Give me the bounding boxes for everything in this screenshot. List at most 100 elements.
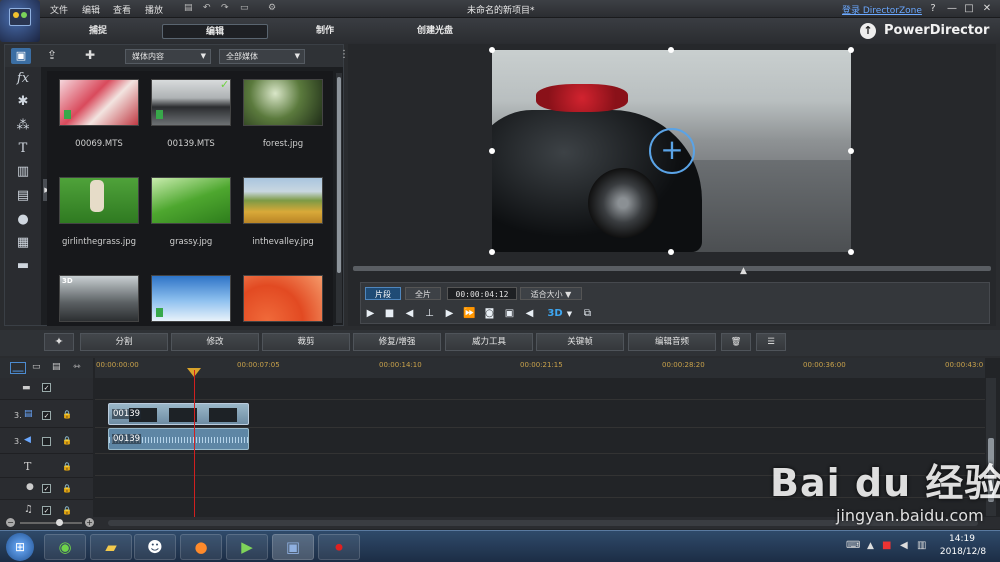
media-thumb-umbrella[interactable]	[243, 275, 323, 322]
seek-slider-handle[interactable]: ▲	[740, 266, 747, 276]
save-icon[interactable]: ▤	[184, 3, 193, 13]
clip-mode-tab[interactable]: 片段	[365, 287, 401, 300]
media-thumb-00139[interactable]: ✓	[151, 78, 231, 126]
title-text-icon[interactable]: T	[13, 141, 33, 159]
tab-create-disc[interactable]: 创建光盘	[382, 24, 488, 39]
edit-audio-button[interactable]: 编辑音频	[628, 333, 716, 351]
track-enable-checkbox[interactable]: ✓	[42, 506, 51, 515]
zoom-out-icon[interactable]: −	[6, 518, 15, 527]
keyframe-button[interactable]: 关键帧	[536, 333, 624, 351]
resolution-icon[interactable]: ▭	[240, 3, 249, 13]
media-thumb-inthevalley[interactable]	[243, 177, 323, 224]
settings-gear-icon[interactable]: ⚙	[268, 3, 276, 13]
fx-effects-icon[interactable]: fx	[13, 71, 33, 89]
qq-penguin-icon[interactable]: ☻	[134, 534, 176, 560]
undock-preview-icon[interactable]: ⧉	[581, 308, 594, 320]
modify-button[interactable]: 修改	[171, 333, 259, 351]
track-enable-checkbox[interactable]: ✓	[42, 411, 51, 420]
timeline-ruler[interactable]: 00:00:00:00 00:00:07:05 00:00:14:10 00:0…	[95, 358, 985, 378]
login-directorzone-link[interactable]: 登录 DirectorZone	[842, 3, 922, 16]
timeline-view-icon[interactable]: ▁▁	[10, 362, 26, 374]
security-tray-icon[interactable]: ■	[882, 540, 891, 551]
video-clip-00139[interactable]: 00139	[108, 403, 249, 425]
track-lane-master[interactable]	[95, 378, 985, 400]
pip-objects-icon[interactable]: ✱	[13, 94, 33, 112]
trim-button[interactable]: 裁剪	[262, 333, 350, 351]
stop-icon[interactable]: ■	[383, 308, 396, 320]
lock-icon[interactable]: 🔒	[62, 484, 72, 493]
windows-start-icon[interactable]: ⊞	[6, 533, 34, 561]
media-filter-dropdown[interactable]: 全部媒体 ▼	[219, 49, 305, 64]
zoom-slider-handle[interactable]	[56, 519, 63, 526]
volume-tray-icon[interactable]: ◀	[900, 540, 908, 551]
clock-date[interactable]: 2018/12/8	[938, 547, 988, 557]
storyboard-view-icon[interactable]: ▭	[32, 362, 41, 372]
snapshot-camera-icon[interactable]: ◙	[483, 308, 496, 320]
import-media-icon[interactable]: ⇪	[47, 48, 57, 62]
track-enable-checkbox[interactable]: ✓	[42, 383, 51, 392]
audio-clip-00139[interactable]: 00139	[108, 428, 249, 450]
more-functions-icon[interactable]: ☰	[756, 333, 786, 351]
library-scroll-thumb[interactable]	[337, 77, 341, 273]
media-app-icon[interactable]: ▶	[226, 534, 268, 560]
timecode-display[interactable]: 00:00:04:12	[447, 287, 517, 300]
preview-seek-bar[interactable]	[353, 266, 991, 271]
preview-video-frame[interactable]: +	[492, 50, 851, 252]
redo-icon[interactable]: ↷	[221, 3, 229, 13]
volume-icon[interactable]: ◀	[523, 308, 536, 320]
previous-frame-icon[interactable]: ◀	[403, 308, 416, 320]
particle-icon[interactable]: ⁂	[13, 118, 33, 136]
keyboard-tray-icon[interactable]: ⌨	[846, 540, 860, 551]
tab-edit[interactable]: 编辑	[162, 24, 268, 39]
media-thumb-sky[interactable]	[151, 275, 231, 322]
fast-forward-icon[interactable]: ⏩	[463, 308, 476, 320]
media-thumb-girlinthegrass[interactable]	[59, 177, 139, 224]
lock-icon[interactable]: 🔒	[62, 410, 72, 419]
lock-icon[interactable]: 🔒	[62, 506, 72, 515]
undo-icon[interactable]: ↶	[203, 3, 211, 13]
pip-move-crosshair-icon[interactable]: +	[649, 128, 695, 174]
slow-motion-icon[interactable]: ⊥	[423, 308, 436, 320]
track-enable-checkbox[interactable]	[42, 437, 51, 446]
network-tray-icon[interactable]: ▥	[917, 540, 926, 551]
media-thumb-motorcycles[interactable]: 3D	[59, 275, 139, 322]
menu-edit[interactable]: 编辑	[82, 3, 100, 16]
upload-icon[interactable]: ↑	[860, 23, 876, 39]
fix-enhance-button[interactable]: 修复/增强	[353, 333, 441, 351]
zoom-in-icon[interactable]: +	[85, 518, 94, 527]
track-manager-icon[interactable]: ▤	[52, 362, 61, 372]
voice-over-microphone-icon[interactable]: ●	[13, 212, 33, 230]
zoom-slider[interactable]	[20, 522, 82, 524]
play-icon[interactable]: ▶	[364, 308, 377, 320]
delete-trash-icon[interactable]: 🗑	[721, 333, 751, 351]
lock-icon[interactable]: 🔒	[62, 436, 72, 445]
help-button[interactable]: ?	[926, 2, 940, 15]
tray-expand-icon[interactable]: ▲	[867, 541, 874, 551]
track-enable-checkbox[interactable]: ✓	[42, 484, 51, 493]
media-content-dropdown[interactable]: 媒体内容 ▼	[125, 49, 211, 64]
firefox-icon[interactable]: ●	[180, 534, 222, 560]
browser-360-icon[interactable]: ◉	[44, 534, 86, 560]
media-thumb-grassy[interactable]	[151, 177, 231, 224]
subtitle-icon[interactable]: ▬	[13, 258, 33, 276]
fit-timeline-icon[interactable]: ⇿	[73, 362, 81, 372]
movie-mode-tab[interactable]: 全片	[405, 287, 441, 300]
next-frame-icon[interactable]: ▶	[443, 308, 456, 320]
split-button[interactable]: 分割	[80, 333, 168, 351]
magic-tools-wand-icon[interactable]: ✦	[44, 333, 74, 351]
power-tools-button[interactable]: 威力工具	[445, 333, 533, 351]
close-button[interactable]: ✕	[980, 2, 994, 15]
menu-view[interactable]: 查看	[113, 3, 131, 16]
menu-file[interactable]: 文件	[50, 3, 68, 16]
maximize-button[interactable]: □	[962, 2, 976, 15]
fit-size-dropdown[interactable]: 适合大小 ▼	[520, 287, 582, 300]
file-explorer-icon[interactable]: ▰	[90, 534, 132, 560]
powerdirector-taskbar-icon[interactable]: ▣	[272, 534, 314, 560]
preview-quality-icon[interactable]: ▣	[503, 308, 516, 320]
audio-mixing-icon[interactable]: ▤	[13, 188, 33, 206]
screen-recorder-icon[interactable]: ⏺	[318, 534, 360, 560]
menu-play[interactable]: 播放	[145, 3, 163, 16]
transition-icon[interactable]: ▥	[13, 164, 33, 182]
plugin-puzzle-icon[interactable]: ✚	[85, 48, 95, 62]
3d-dropdown-chevron-icon[interactable]: ▼	[563, 308, 576, 320]
